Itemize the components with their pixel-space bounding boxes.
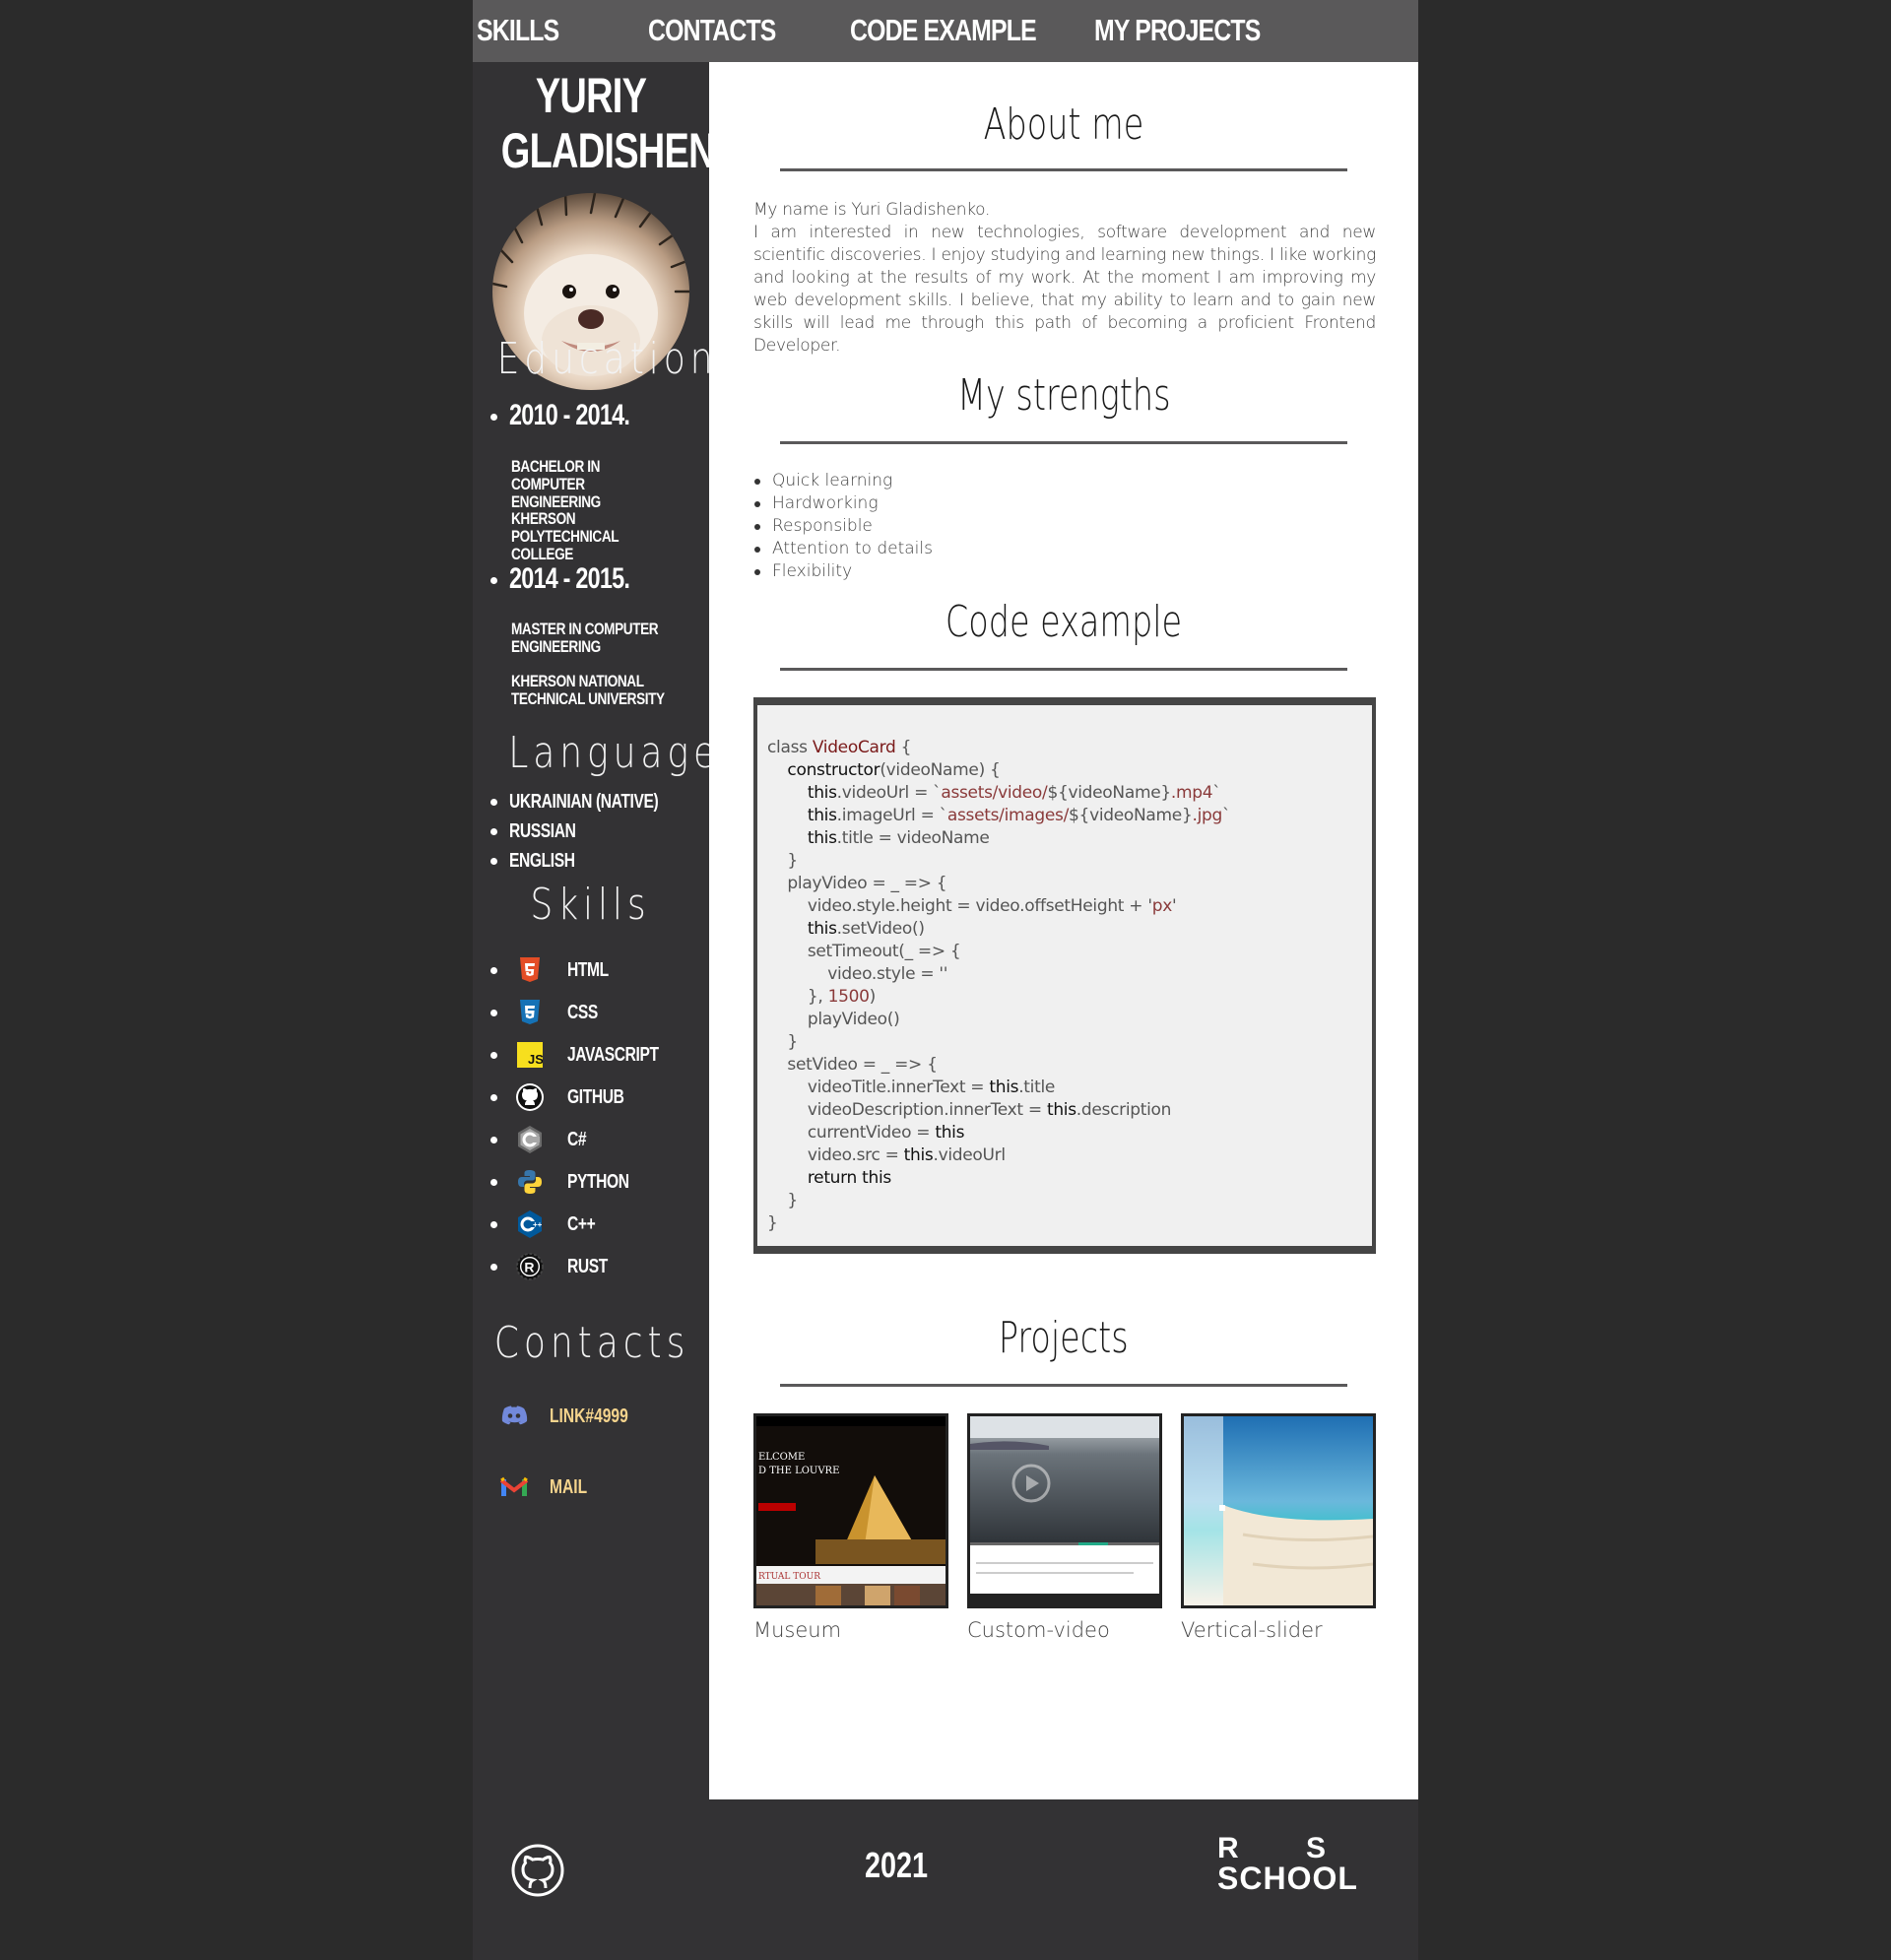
skill-item-python: Python bbox=[490, 1167, 646, 1197]
nav-code-example[interactable]: CODE EXAMPLE bbox=[850, 15, 1037, 45]
project-card-vertical-slider[interactable]: Vertical-slider bbox=[1181, 1413, 1376, 1642]
education-title: Education bbox=[496, 334, 718, 384]
sidebar: YURIY GLADISHENKO Education 2010 - 2014.… bbox=[473, 62, 770, 1799]
language-item: English bbox=[490, 850, 593, 873]
divider bbox=[780, 441, 1347, 444]
top-nav: SKILLS CONTACTS CODE EXAMPLE MY PROJECTS bbox=[473, 0, 1418, 62]
strengths-title: My strengths bbox=[956, 370, 1171, 421]
list-item: Flexibility bbox=[754, 560, 933, 583]
discord-contact[interactable]: LINK#4999 bbox=[498, 1397, 650, 1436]
education-school: Kherson National Technical University bbox=[511, 672, 665, 708]
divider bbox=[780, 168, 1347, 171]
svg-text:++: ++ bbox=[533, 1220, 543, 1229]
education-year: 2010 - 2014. bbox=[490, 399, 663, 432]
code-example-title: Code example bbox=[945, 597, 1183, 647]
project-name[interactable]: Museum bbox=[753, 1618, 948, 1642]
language-item: Russian bbox=[490, 820, 595, 843]
list-item: Hardworking bbox=[754, 492, 933, 515]
html5-icon bbox=[516, 956, 544, 984]
rust-icon: R bbox=[516, 1253, 544, 1280]
css3-icon bbox=[516, 999, 544, 1026]
discord-icon bbox=[498, 1401, 530, 1432]
skill-item-csharp: C# bbox=[490, 1125, 592, 1154]
nav-contacts[interactable]: CONTACTS bbox=[648, 15, 776, 45]
languages-title: Languages bbox=[508, 728, 744, 778]
main-content: About me My name is Yuri Gladishenko. I … bbox=[709, 62, 1418, 1799]
project-card-museum[interactable]: ELCOME D THE LOUVRE RTUAL TOUR Museum bbox=[753, 1413, 948, 1642]
education-degree: Bachelor in Computer Engineering bbox=[511, 457, 601, 511]
first-name: YURIY bbox=[535, 68, 647, 123]
list-item: Attention to details bbox=[754, 538, 933, 560]
skill-item-github: GitHub bbox=[490, 1082, 640, 1112]
javascript-icon: JS bbox=[516, 1041, 544, 1069]
project-card-custom-video[interactable]: Custom-video bbox=[967, 1413, 1162, 1642]
footer: 2021 R S SCHOOL bbox=[473, 1799, 1418, 1960]
nav-my-projects[interactable]: MY PROJECTS bbox=[1094, 15, 1261, 45]
page: SKILLS CONTACTS CODE EXAMPLE MY PROJECTS… bbox=[473, 0, 1418, 1960]
profile-name: YURIY GLADISHENKO bbox=[473, 68, 770, 178]
language-item: Ukrainian (native) bbox=[490, 791, 700, 814]
skill-item-rust: R Rust bbox=[490, 1252, 619, 1281]
project-thumbnail[interactable] bbox=[1181, 1413, 1376, 1608]
skill-item-html: HTML bbox=[490, 955, 620, 985]
about-title: About me bbox=[983, 99, 1144, 150]
cplusplus-icon: ++ bbox=[516, 1210, 544, 1238]
github-icon bbox=[516, 1083, 544, 1111]
skill-item-css: CSS bbox=[490, 998, 607, 1027]
thumb-text: ELCOME bbox=[758, 1452, 805, 1463]
python-icon bbox=[516, 1168, 544, 1196]
gmail-icon bbox=[498, 1471, 530, 1503]
list-item: Responsible bbox=[754, 515, 933, 538]
divider bbox=[780, 668, 1347, 671]
mail-contact[interactable]: MAIL bbox=[498, 1468, 598, 1507]
logo-text: SCHOOL bbox=[1217, 1861, 1358, 1896]
divider bbox=[780, 1384, 1347, 1387]
csharp-icon bbox=[516, 1126, 544, 1153]
list-item: Quick learning bbox=[754, 470, 933, 492]
skills-title: Skills bbox=[530, 880, 652, 930]
project-thumbnail[interactable] bbox=[967, 1413, 1162, 1608]
footer-year: 2021 bbox=[864, 1845, 929, 1885]
education-year: 2014 - 2015. bbox=[490, 562, 663, 596]
svg-text:R: R bbox=[524, 1260, 534, 1275]
skill-item-javascript: JS JavaScript bbox=[490, 1040, 685, 1070]
skill-item-cplusplus: ++ C++ bbox=[490, 1209, 603, 1239]
svg-text:JS: JS bbox=[528, 1052, 543, 1067]
project-thumbnail[interactable]: ELCOME D THE LOUVRE RTUAL TOUR bbox=[753, 1413, 948, 1608]
about-text: My name is Yuri Gladishenko. I am intere… bbox=[753, 200, 1376, 356]
last-name: GLADISHENKO bbox=[500, 123, 770, 178]
contacts-title: Contacts bbox=[493, 1318, 690, 1368]
thumb-text: RTUAL TOUR bbox=[758, 1572, 820, 1582]
projects-title: Projects bbox=[999, 1313, 1129, 1363]
project-name[interactable]: Custom-video bbox=[967, 1618, 1162, 1642]
strengths-list: Quick learning Hardworking Responsible A… bbox=[754, 470, 933, 583]
rs-school-logo[interactable]: R S SCHOOL bbox=[1217, 1832, 1358, 1904]
education-degree: Master in Computer Engineering bbox=[511, 620, 659, 656]
nav-skills[interactable]: SKILLS bbox=[477, 15, 559, 45]
thumb-text: D THE LOUVRE bbox=[758, 1466, 839, 1476]
logo-text: R S bbox=[1217, 1832, 1356, 1864]
project-name[interactable]: Vertical-slider bbox=[1181, 1618, 1376, 1642]
code-block: class VideoCard { constructor(videoName)… bbox=[753, 697, 1376, 1254]
education-school: Kherson Polytechnical College bbox=[511, 509, 619, 563]
